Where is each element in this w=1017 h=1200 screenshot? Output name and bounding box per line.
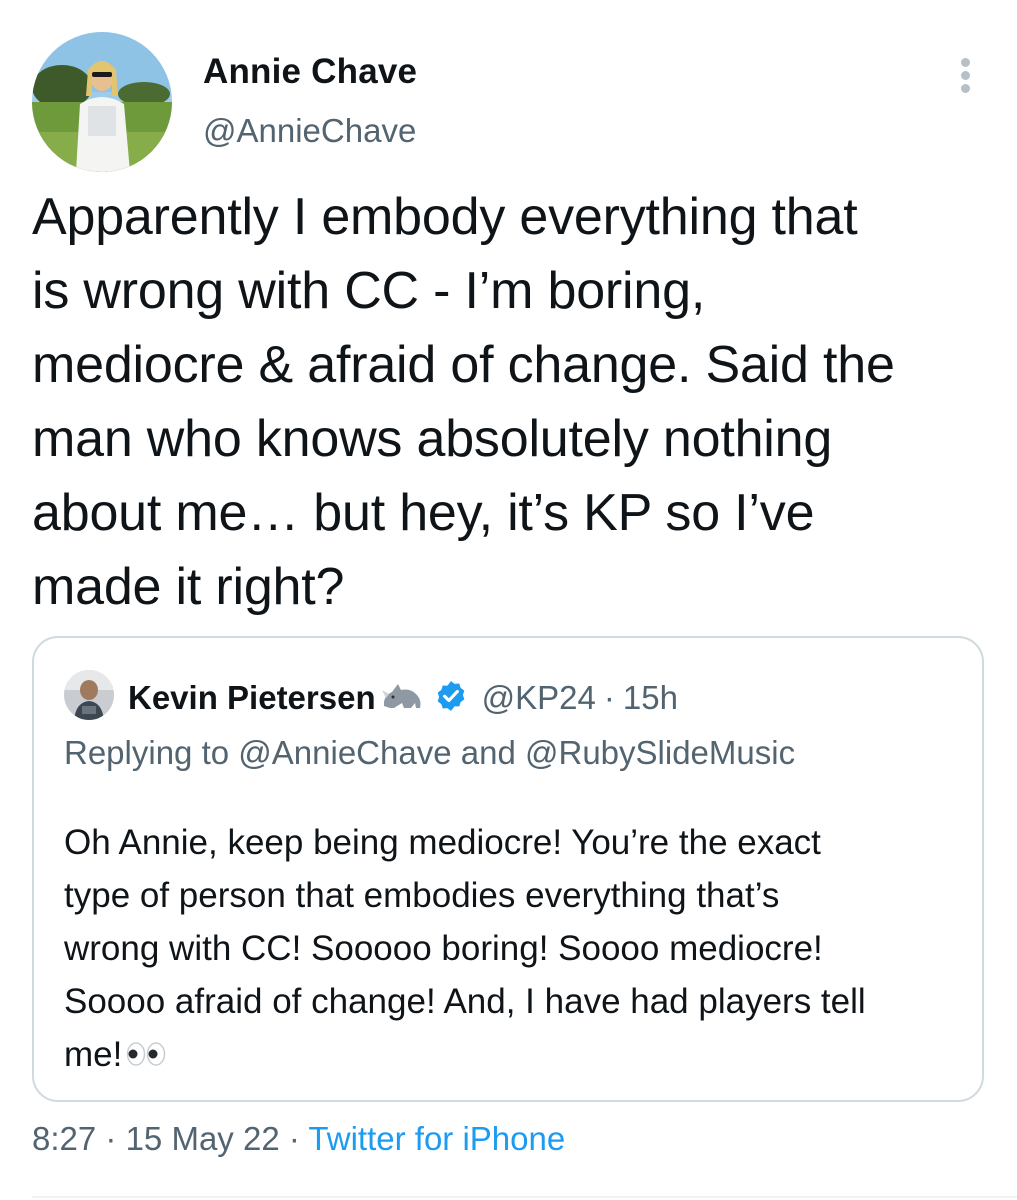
replying-to-line: Replying to @AnnieChave and @RubySlideMu… <box>64 734 795 772</box>
profile-photo-icon <box>64 670 114 720</box>
replying-and: and <box>460 734 516 771</box>
tweet-source-link[interactable]: Twitter for iPhone <box>308 1120 565 1157</box>
eyes-icon <box>126 1030 166 1083</box>
replying-prefix: Replying to <box>64 734 230 771</box>
reply-mention[interactable]: @RubySlideMusic <box>525 734 795 771</box>
author-avatar[interactable] <box>32 32 172 172</box>
separator-dot: · <box>288 1120 300 1157</box>
quoted-author-handle[interactable]: @KP24 <box>482 679 596 717</box>
quoted-author-display-name[interactable]: Kevin Pietersen <box>128 679 376 717</box>
author-handle[interactable]: @AnnieChave <box>203 112 416 150</box>
quoted-tweet-time[interactable]: 15h <box>623 679 678 717</box>
quoted-tweet-body: Oh Annie, keep being mediocre! You’re th… <box>64 823 866 1074</box>
quoted-tweet-text: Oh Annie, keep being mediocre! You’re th… <box>64 816 964 1083</box>
tweet-time[interactable]: 8:27 <box>32 1120 96 1157</box>
quoted-tweet-header: Kevin Pietersen @KP24 · 15h <box>128 676 678 720</box>
quoted-author-avatar[interactable] <box>64 670 114 720</box>
tweet: Annie Chave @AnnieChave Apparently I emb… <box>0 0 1017 1200</box>
reply-mention[interactable]: @AnnieChave <box>238 734 451 771</box>
author-display-name[interactable]: Annie Chave <box>203 52 417 92</box>
more-vertical-icon <box>961 58 970 67</box>
verified-badge-icon <box>434 679 468 718</box>
separator-dot: · <box>105 1120 117 1157</box>
quoted-tweet-card[interactable]: Kevin Pietersen @KP24 · 15h Replying to <box>32 636 984 1102</box>
tweet-text: Apparently I embody everything that is w… <box>32 188 895 616</box>
divider <box>32 1196 1017 1198</box>
separator-dot: · <box>603 679 615 716</box>
rhino-icon <box>380 678 424 719</box>
more-vertical-icon <box>961 71 970 80</box>
profile-photo-icon <box>32 32 172 172</box>
more-options-button[interactable] <box>944 52 988 96</box>
more-vertical-icon <box>961 84 970 93</box>
tweet-meta: 8:27 · 15 May 22 · Twitter for iPhone <box>32 1120 565 1158</box>
tweet-date[interactable]: 15 May 22 <box>126 1120 280 1157</box>
